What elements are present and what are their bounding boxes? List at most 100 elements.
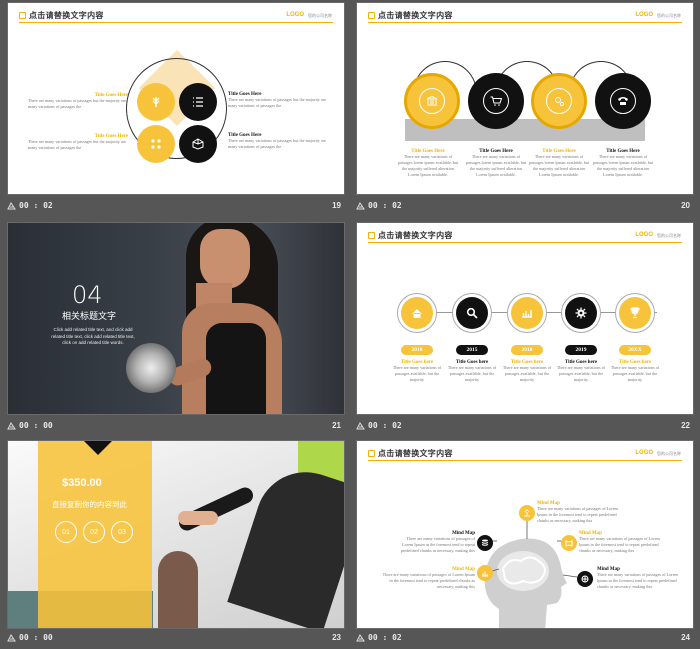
book-icon [561, 535, 577, 551]
grid-icon [137, 125, 175, 163]
slide-timing: 00 : 00 [19, 633, 53, 642]
timeline-item: Title Goes here There are many variation… [555, 360, 607, 383]
slide-header: 点击请替换文字内容 LOGO 您的公司名称 [357, 223, 693, 243]
mindmap-item-right-2: Mind Map There are many variations of pa… [597, 567, 683, 590]
slide-footer: 00 : 00 23 [7, 630, 345, 646]
year-badge: 2010 [401, 345, 433, 355]
gears-icon [531, 73, 587, 129]
logo: LOGO [635, 232, 653, 238]
step-circle: 03 [111, 521, 133, 543]
photo-person [158, 551, 198, 628]
mindmap-item-left-1: Mind Map There are many variations of pa… [395, 531, 475, 554]
logo-subtext: 您的公司名称 [308, 13, 332, 18]
database-icon [477, 535, 493, 551]
section-number: 04 [72, 281, 103, 309]
timeline-node [615, 293, 655, 333]
feature-item: Title Goes Here There are many variation… [397, 149, 459, 178]
header-square-icon [19, 12, 26, 19]
trophy-icon [619, 297, 651, 329]
slide-footer: 00 : 02 24 [356, 630, 694, 646]
item-text: There are many variations of passages av… [392, 365, 442, 382]
feature-item: Title Goes Here There are many variation… [592, 149, 654, 178]
slide-timing: 00 : 02 [368, 421, 402, 430]
item-text: There are many variations of passages av… [556, 365, 606, 382]
photo-hand [178, 511, 218, 525]
item-text: There are many variations of passages bu… [28, 98, 127, 109]
slide-number: 20 [681, 201, 690, 210]
slide-thumbnail-21[interactable]: 04 相关标题文字 Click add related title text, … [7, 222, 345, 434]
transition-icon [356, 634, 365, 642]
gear-icon [565, 297, 597, 329]
item-text: There are many variations of passages av… [447, 365, 497, 382]
slide-number: 23 [332, 633, 341, 642]
slide-canvas: 04 相关标题文字 Click add related title text, … [7, 222, 345, 415]
item-text: There are many variations of passages of… [400, 536, 475, 553]
year-badge: 2018 [511, 345, 543, 355]
item-bottom-left: Title Goes Here There are many variation… [28, 134, 128, 151]
mindmap-item-left-2: Mind Map There are many variations of pa… [379, 567, 475, 590]
slide-title: 点击请替换文字内容 [378, 11, 453, 20]
timeline-node [561, 293, 601, 333]
item-text: There are many variations of passages av… [610, 365, 660, 382]
slide-canvas: 点击请替换文字内容 LOGO 您的公司名称 [356, 2, 694, 195]
slide-thumbnail-19[interactable]: 点击请替换文字内容 LOGO 您的公司名称 Title Goes Here Th… [7, 2, 345, 214]
home-icon [401, 297, 433, 329]
chart-icon [477, 565, 493, 581]
transition-icon [7, 634, 16, 642]
slide-canvas: 点击请替换文字内容 LOGO 您的公司名称 Title Goes Here Th… [7, 2, 345, 195]
item-text: There are many variations of passages lo… [528, 154, 590, 177]
photo-woman [166, 223, 318, 414]
slide-thumbnail-20[interactable]: 点击请替换文字内容 LOGO 您的公司名称 Title Goes Here Th… [356, 2, 694, 214]
timeline-item: Title Goes here There are many variation… [501, 360, 553, 383]
timeline-node [452, 293, 492, 333]
mindmap-item-right-1: Mind Map There are many variations of pa… [579, 531, 661, 554]
slide-timing: 00 : 02 [368, 201, 402, 210]
bank-icon [404, 73, 460, 129]
item-text: There are many variations of passages av… [502, 365, 552, 382]
timeline-item: Title Goes here There are many variation… [391, 360, 443, 383]
slide-canvas: $350.00 直接复制你的内容到此 01 02 03 [7, 440, 345, 629]
item-text: There are many variations of passages of… [579, 536, 660, 553]
slide-thumbnail-23[interactable]: $350.00 直接复制你的内容到此 01 02 03 00 : 00 23 [7, 440, 345, 646]
transition-icon [356, 202, 365, 210]
section-heading: 相关标题文字 [62, 311, 117, 321]
slide-canvas: 点击请替换文字内容 LOGO 您的公司名称 [356, 440, 694, 629]
phone-icon [595, 73, 651, 129]
section-text: Click add related title text, and click … [51, 327, 135, 345]
logo-subtext: 您的公司名称 [657, 13, 681, 18]
slide-timing: 00 : 02 [368, 633, 402, 642]
year-badge: 20XX [619, 345, 651, 355]
item-bottom-right: Title Goes Here There are many variation… [228, 133, 328, 150]
upload-icon [519, 505, 535, 521]
slide-footer: 00 : 00 21 [7, 418, 345, 434]
cart-icon [468, 73, 524, 129]
transition-icon [7, 202, 16, 210]
item-top-left: Title Goes Here There are many variation… [28, 93, 128, 110]
slide-thumbnail-24[interactable]: 点击请替换文字内容 LOGO 您的公司名称 Mind Map There are… [356, 440, 694, 646]
feature-item: Title Goes Here There are many variation… [465, 149, 527, 178]
timeline-node [507, 293, 547, 333]
slide-footer: 00 : 02 22 [356, 418, 694, 434]
feature-item: Title Goes Here There are many variation… [528, 149, 590, 178]
slide-canvas: 点击请替换文字内容 LOGO 您的公司名称 [356, 222, 694, 415]
price-subtitle: 直接复制你的内容到此 [52, 500, 127, 509]
triangle-marker [84, 441, 112, 455]
slide-footer: 00 : 02 20 [356, 198, 694, 214]
slide-thumbnail-22[interactable]: 点击请替换文字内容 LOGO 您的公司名称 2010 2015 2018 201… [356, 222, 694, 434]
header-square-icon [368, 12, 375, 19]
price-label: $350.00 [62, 477, 102, 489]
header-line [368, 22, 682, 23]
item-text: There are many variations of passages of… [597, 572, 678, 589]
item-text: There are many variations of passages of… [382, 572, 475, 589]
slide-title: 点击请替换文字内容 [29, 11, 104, 20]
slide-number: 21 [332, 421, 341, 430]
step-circle: 01 [55, 521, 77, 543]
slide-number: 24 [681, 633, 690, 642]
item-text: There are many variations of passages lo… [465, 154, 527, 177]
leaf-icon [137, 83, 175, 121]
logo: LOGO [286, 12, 304, 18]
item-top-right: Title Goes Here There are many variation… [228, 92, 328, 109]
item-text: There are many variations of passages lo… [592, 154, 654, 177]
item-text: There are many variations of passages bu… [28, 139, 127, 150]
slide-timing: 00 : 02 [19, 201, 53, 210]
